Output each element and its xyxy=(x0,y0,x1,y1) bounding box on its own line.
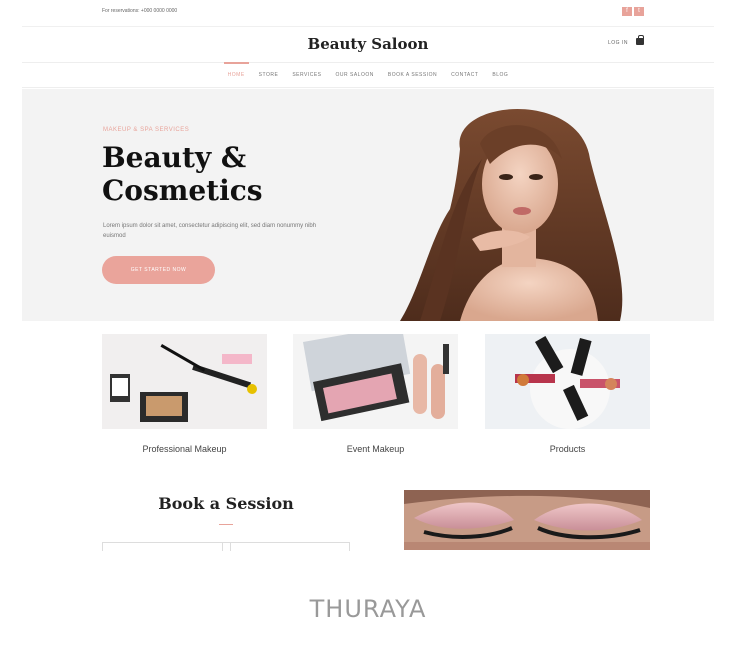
nav-store[interactable]: STORE xyxy=(259,63,279,87)
get-started-button[interactable]: GET STARTED NOW xyxy=(102,256,215,284)
title-divider xyxy=(219,524,233,525)
service-caption: Event Makeup xyxy=(346,444,405,454)
booking-field[interactable] xyxy=(222,543,223,551)
hero-text: Lorem ipsum dolor sit amet, consectetur … xyxy=(103,223,317,239)
service-caption: Professional Makeup xyxy=(142,444,227,454)
top-bar: For reservations: +000 0000 0000 f t xyxy=(22,0,714,26)
hero-title-line-1: Beauty & xyxy=(102,141,247,174)
eyeshadow-palette-photo xyxy=(293,324,458,429)
nav-services[interactable]: SERVICES xyxy=(292,63,321,87)
reservation-info: For reservations: +000 0000 0000 xyxy=(102,8,178,14)
nav-blog[interactable]: BLOG xyxy=(492,63,508,87)
nav-contact[interactable]: CONTACT xyxy=(451,63,478,87)
lipstick-products-photo xyxy=(485,334,650,429)
social-links: f t xyxy=(622,7,644,16)
booking-form xyxy=(102,542,350,554)
service-card-event-makeup[interactable]: Event Makeup xyxy=(293,324,458,454)
form-field-right-edge xyxy=(349,543,350,551)
nav-book-a-session[interactable]: BOOK A SESSION xyxy=(388,63,437,87)
hero-kicker: MAKEUP & SPA SERVICES xyxy=(103,127,190,133)
makeup-tools-photo xyxy=(102,334,267,429)
watermark-text: THURAYA xyxy=(309,595,427,623)
hero-section: MAKEUP & SPA SERVICES Beauty & Cosmetics… xyxy=(22,89,714,321)
twitter-icon[interactable]: t xyxy=(634,7,644,16)
book-session-section: Book a Session xyxy=(22,480,714,560)
shopping-bag-icon[interactable] xyxy=(636,35,644,45)
form-field-left-edge xyxy=(102,543,103,551)
service-card-products[interactable]: Products xyxy=(485,334,650,454)
eye-makeup-photo xyxy=(404,490,650,550)
book-session-title: Book a Session xyxy=(158,494,294,513)
login-link[interactable]: LOG IN xyxy=(608,40,628,46)
services-section: Professional Makeup Event Makeup Product… xyxy=(22,321,714,461)
nav-home[interactable]: HOME xyxy=(223,62,249,87)
nav-our-saloon[interactable]: OUR SALOON xyxy=(336,63,374,87)
service-card-professional-makeup[interactable]: Professional Makeup xyxy=(102,334,267,454)
hero-title: Beauty & Cosmetics xyxy=(102,141,263,207)
page: For reservations: +000 0000 0000 f t Bea… xyxy=(22,0,714,666)
service-caption: Products xyxy=(549,444,586,454)
model-photo xyxy=(400,109,623,321)
site-header: Beauty Saloon LOG IN xyxy=(22,26,714,62)
booking-field[interactable] xyxy=(230,543,231,551)
facebook-icon[interactable]: f xyxy=(622,7,632,16)
hero-title-line-2: Cosmetics xyxy=(102,174,263,207)
main-nav: HOME STORE SERVICES OUR SALOON BOOK A SE… xyxy=(22,62,714,88)
